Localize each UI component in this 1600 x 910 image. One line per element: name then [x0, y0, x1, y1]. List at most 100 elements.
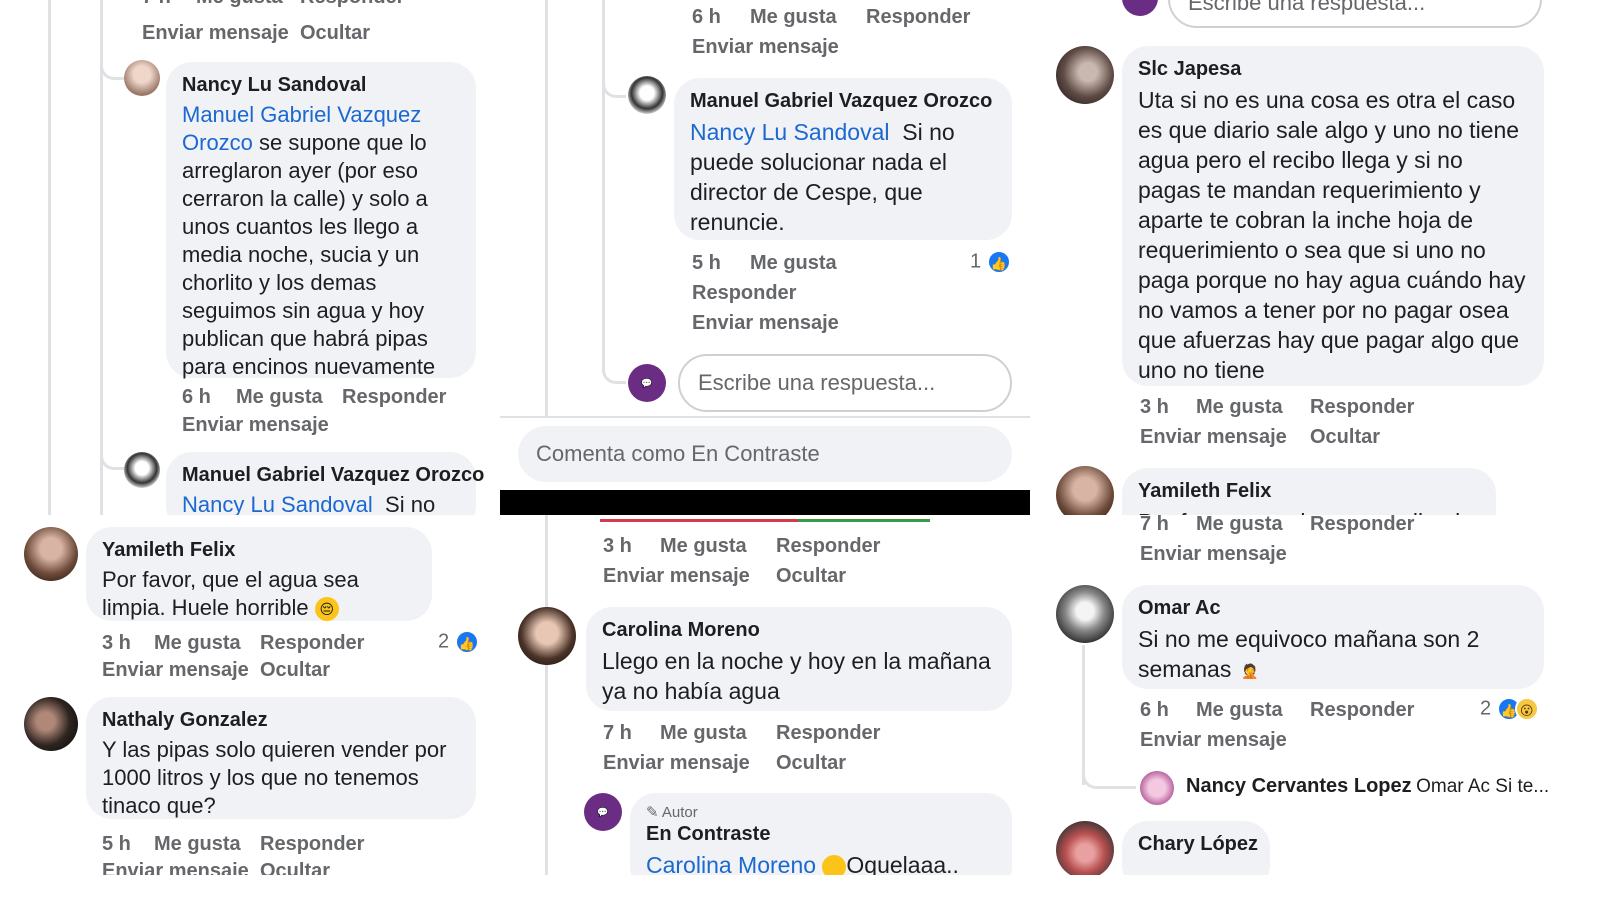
reply-button[interactable]: Responder	[260, 833, 364, 856]
send-message-button[interactable]: Enviar mensaje	[102, 659, 249, 682]
reaction-count-value: 2	[438, 630, 450, 653]
reply-button[interactable]: Responder	[1310, 396, 1414, 419]
reply-button[interactable]: Responder	[692, 282, 796, 305]
reply-button[interactable]: Responder	[300, 0, 404, 9]
comment-bubble: Chary López	[1122, 821, 1270, 875]
send-message-button[interactable]: Enviar mensaje	[603, 565, 750, 588]
comment-time: 6 h	[692, 6, 721, 28]
reaction-count[interactable]: 2 👍 😮	[1480, 697, 1539, 721]
avatar[interactable]	[518, 607, 576, 665]
comment-time: 3 h	[603, 535, 632, 557]
hide-button[interactable]: Ocultar	[776, 752, 846, 775]
page-avatar[interactable]	[1122, 0, 1158, 16]
send-message-button[interactable]: Enviar mensaje	[692, 36, 839, 59]
hide-button[interactable]: Ocultar	[260, 659, 330, 682]
send-message-button[interactable]: Enviar mensaje	[1140, 729, 1287, 752]
comment-time: 3 h	[102, 632, 131, 654]
reply-button[interactable]: Responder	[866, 6, 970, 29]
reply-button[interactable]: Responder	[342, 386, 446, 409]
page-avatar[interactable]: 💬	[584, 793, 622, 831]
like-button[interactable]: Me gusta	[750, 6, 837, 29]
like-button[interactable]: Me gusta	[660, 722, 747, 745]
comment-bubble: Omar Ac Si no me equivoco mañana son 2 s…	[1122, 585, 1544, 689]
send-message-button[interactable]: Enviar mensaje	[182, 414, 329, 437]
panel-bottom-left: Yamileth Felix Por favor, que el agua se…	[0, 515, 500, 875]
commenter-name[interactable]: En Contraste	[646, 823, 996, 846]
commenter-name[interactable]: Manuel Gabriel Vazquez Orozco	[690, 90, 996, 113]
comment-bubble: Manuel Gabriel Vazquez Orozco Nancy Lu S…	[166, 452, 484, 515]
commenter-name[interactable]: Slc Japesa	[1138, 58, 1528, 81]
avatar[interactable]	[628, 76, 666, 114]
panel-top-middle: 6 h Me gusta Responder Enviar mensaje Ma…	[500, 0, 1030, 515]
reply-input[interactable]: Escribe una respuesta...	[1168, 0, 1542, 28]
like-button[interactable]: Me gusta	[1196, 699, 1283, 722]
commenter-name[interactable]: Yamileth Felix	[102, 539, 416, 562]
reply-input[interactable]: Escribe una respuesta...	[678, 354, 1012, 412]
avatar[interactable]	[1056, 466, 1114, 515]
comment-bubble: Carolina Moreno Llego en la noche y hoy …	[586, 607, 1012, 711]
commenter-name[interactable]: Yamileth Felix	[1138, 480, 1480, 503]
avatar[interactable]	[1056, 46, 1114, 104]
avatar[interactable]	[124, 60, 160, 96]
mention-link[interactable]: Carolina Moreno	[646, 852, 816, 875]
comment-text: Oquelaaa..	[846, 852, 959, 875]
reply-button[interactable]: Responder	[776, 535, 880, 558]
commenter-name[interactable]: Omar Ac	[1138, 597, 1528, 620]
commenter-name[interactable]: Carolina Moreno	[602, 619, 996, 642]
page-avatar[interactable]: 💬	[628, 364, 666, 402]
send-message-button[interactable]: Enviar mensaje	[102, 860, 249, 875]
send-message-button[interactable]: Enviar mensaje	[1140, 543, 1287, 566]
send-message-button[interactable]: Enviar mensaje	[603, 752, 750, 775]
avatar[interactable]	[1056, 821, 1114, 875]
reaction-count[interactable]: 2 👍	[438, 630, 479, 654]
commenter-name[interactable]: Nancy Lu Sandoval	[182, 74, 460, 97]
like-button[interactable]: Me gusta	[154, 833, 241, 856]
comment-bubble: Slc Japesa Uta si no es una cosa es otra…	[1122, 46, 1544, 386]
colored-line	[600, 519, 930, 522]
commenter-name[interactable]: Nathaly Gonzalez	[102, 709, 460, 732]
pensive-emoji-icon: 😔	[314, 597, 339, 622]
comment-text: Y las pipas solo quieren vender por 1000…	[102, 737, 447, 818]
hide-button[interactable]: Ocultar	[300, 22, 370, 45]
like-button[interactable]: Me gusta	[154, 632, 241, 655]
reply-button[interactable]: Responder	[776, 722, 880, 745]
like-button[interactable]: Me gusta	[750, 252, 837, 275]
avatar[interactable]	[1056, 585, 1114, 643]
comment-time: 6 h	[1140, 699, 1169, 721]
reply-preview[interactable]: Omar Ac Si te...	[1416, 776, 1549, 797]
send-message-button[interactable]: Enviar mensaje	[1140, 426, 1287, 449]
like-button[interactable]: Me gusta	[1196, 515, 1283, 536]
comment-input[interactable]: Comenta como En Contraste	[518, 426, 1012, 482]
reply-button[interactable]: Responder	[260, 632, 364, 655]
like-button[interactable]: Me gusta	[1196, 396, 1283, 419]
reaction-count[interactable]: 1 👍	[970, 250, 1011, 274]
comment-text: Por favor, que el agua sea limpia	[1138, 507, 1480, 515]
panel-top-left: 7 h Me gusta Responder Enviar mensaje Oc…	[0, 0, 500, 515]
comment-time: 7 h	[142, 0, 171, 9]
hide-button[interactable]: Ocultar	[260, 860, 330, 875]
like-button[interactable]: Me gusta	[660, 535, 747, 558]
commenter-name[interactable]: Chary López	[1138, 833, 1258, 856]
like-button[interactable]: Me gusta	[236, 386, 323, 409]
reply-button[interactable]: Responder	[1310, 699, 1414, 722]
avatar[interactable]	[1140, 771, 1174, 805]
comment-time: 7 h	[1140, 515, 1169, 535]
wow-reaction-icon: 😮	[1514, 697, 1539, 721]
commenter-name[interactable]: Manuel Gabriel Vazquez Orozco	[182, 464, 484, 487]
commenter-name[interactable]: Nancy Cervantes Lopez	[1186, 775, 1412, 797]
reply-button[interactable]: Responder	[1310, 515, 1414, 536]
avatar[interactable]	[124, 452, 160, 488]
mention-link[interactable]: Nancy Lu Sandoval	[690, 119, 889, 145]
avatar[interactable]	[24, 697, 78, 751]
avatar[interactable]	[24, 527, 78, 581]
hide-button[interactable]: Ocultar	[1310, 426, 1380, 449]
like-button[interactable]: Me gusta	[196, 0, 283, 9]
send-message-button[interactable]: Enviar mensaje	[142, 22, 289, 45]
hide-button[interactable]: Ocultar	[776, 565, 846, 588]
divider	[500, 416, 1030, 418]
mention-link[interactable]: Nancy Lu Sandoval	[182, 492, 373, 515]
thread-line	[602, 0, 605, 372]
thread-connector	[602, 340, 626, 384]
author-badge: Autor	[661, 804, 698, 821]
send-message-button[interactable]: Enviar mensaje	[692, 312, 839, 335]
